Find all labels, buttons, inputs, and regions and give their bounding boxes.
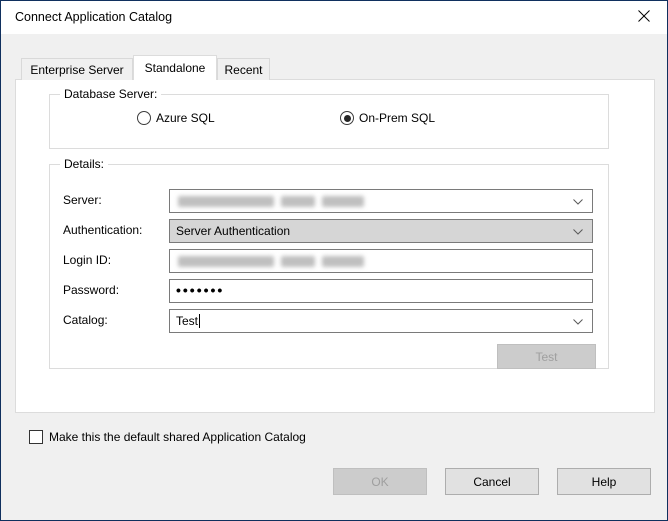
window-title: Connect Application Catalog: [15, 10, 172, 24]
tab-label: Recent: [224, 63, 262, 77]
ok-button[interactable]: OK: [333, 468, 427, 495]
radio-unchecked-icon: [137, 111, 151, 125]
radio-label: Azure SQL: [156, 111, 215, 125]
test-button[interactable]: Test: [497, 344, 596, 369]
tab-recent[interactable]: Recent: [217, 58, 270, 80]
radio-on-prem-sql[interactable]: On-Prem SQL: [340, 111, 435, 125]
catalog-value: Test: [176, 314, 198, 328]
database-server-group-label: Database Server:: [60, 87, 161, 101]
password-label: Password:: [63, 283, 119, 297]
authentication-value: Server Authentication: [176, 224, 290, 238]
default-catalog-checkbox-row[interactable]: Make this the default shared Application…: [29, 430, 306, 444]
help-button-label: Help: [592, 475, 617, 489]
tab-label: Enterprise Server: [30, 63, 123, 77]
tab-enterprise-server[interactable]: Enterprise Server: [21, 58, 133, 80]
details-group-label: Details:: [60, 157, 108, 171]
authentication-label: Authentication:: [63, 223, 142, 237]
close-button[interactable]: [627, 1, 661, 33]
default-catalog-checkbox-label: Make this the default shared Application…: [49, 430, 306, 444]
database-server-group: Database Server: Azure SQL On-Prem SQL: [49, 94, 609, 149]
connect-application-catalog-dialog: Connect Application Catalog Enterprise S…: [0, 0, 668, 521]
title-bar: Connect Application Catalog: [1, 1, 667, 34]
cancel-button-label: Cancel: [473, 475, 510, 489]
radio-checked-icon: [340, 111, 354, 125]
server-label: Server:: [63, 193, 102, 207]
server-combobox[interactable]: [169, 189, 593, 213]
radio-label: On-Prem SQL: [359, 111, 435, 125]
login-id-label: Login ID:: [63, 253, 111, 267]
text-caret: [199, 314, 200, 328]
tab-label: Standalone: [145, 61, 206, 75]
database-server-options: Azure SQL On-Prem SQL: [50, 111, 608, 131]
chevron-down-icon[interactable]: [573, 319, 583, 325]
checkbox-unchecked-icon[interactable]: [29, 430, 43, 444]
password-input[interactable]: •••••••: [169, 279, 593, 303]
catalog-combobox[interactable]: Test: [169, 309, 593, 333]
ok-button-label: OK: [371, 475, 388, 489]
redacted-login-id-value: [178, 256, 364, 268]
login-id-input[interactable]: [169, 249, 593, 273]
chevron-down-icon[interactable]: [573, 199, 583, 205]
radio-azure-sql[interactable]: Azure SQL: [137, 111, 215, 125]
redacted-server-value: [178, 196, 364, 208]
password-masked-value: •••••••: [176, 282, 224, 298]
tab-standalone[interactable]: Standalone: [133, 55, 217, 80]
authentication-dropdown[interactable]: Server Authentication: [169, 219, 593, 243]
help-button[interactable]: Help: [557, 468, 651, 495]
cancel-button[interactable]: Cancel: [445, 468, 539, 495]
chevron-down-icon[interactable]: [573, 229, 583, 235]
close-icon: [637, 9, 651, 26]
catalog-label: Catalog:: [63, 313, 108, 327]
test-button-label: Test: [535, 350, 557, 364]
